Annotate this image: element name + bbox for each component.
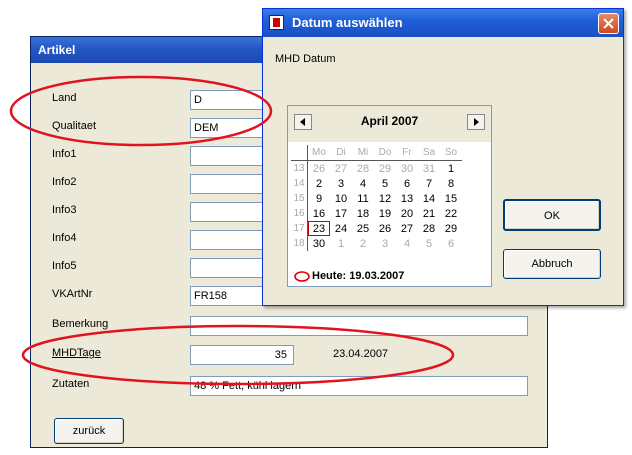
label-info2: Info2 xyxy=(52,176,77,188)
calendar-day[interactable]: 14 xyxy=(418,191,440,206)
close-icon xyxy=(603,18,614,29)
calendar-week-row: 15 9 10 11 12 13 14 15 xyxy=(291,191,462,206)
calendar-day[interactable]: 23 xyxy=(307,221,330,236)
calendar-grid: Mo Di Mi Do Fr Sa So 13 26 27 28 29 30 31 1 14 2 3 4 5 6 7 8 1… xyxy=(291,145,462,251)
calendar-day[interactable]: 20 xyxy=(396,206,418,221)
calendar-day[interactable]: 16 xyxy=(308,206,331,221)
weekday-label: Sa xyxy=(418,145,440,161)
weekday-label: Do xyxy=(374,145,396,161)
label-mhdtage: MHDTage xyxy=(52,347,101,359)
calendar-day[interactable]: 19 xyxy=(374,206,396,221)
calendar-day[interactable]: 1 xyxy=(330,236,352,251)
datum-titlebar: Datum auswählen xyxy=(263,9,623,37)
calendar-day[interactable]: 29 xyxy=(440,221,462,236)
calendar-day[interactable]: 5 xyxy=(418,236,440,251)
calendar-week-row: 16 16 17 18 19 20 21 22 xyxy=(291,206,462,221)
zutaten-field[interactable]: 48 % Fett, kühl lagern xyxy=(190,376,528,396)
bemerkung-field[interactable] xyxy=(190,316,528,336)
calendar-day[interactable]: 28 xyxy=(352,161,374,177)
week-number-header xyxy=(291,145,308,161)
weekday-label: Di xyxy=(330,145,352,161)
calendar-day[interactable]: 12 xyxy=(374,191,396,206)
calendar-month-label: April 2007 xyxy=(360,114,419,128)
calendar-week-row: 14 2 3 4 5 6 7 8 xyxy=(291,176,462,191)
calendar-day[interactable]: 5 xyxy=(374,176,396,191)
calendar-app-icon xyxy=(269,15,284,30)
weekday-label: So xyxy=(440,145,462,161)
calendar-day[interactable]: 27 xyxy=(330,161,352,177)
calendar-day[interactable]: 18 xyxy=(352,206,374,221)
week-number: 15 xyxy=(291,191,308,206)
label-zutaten: Zutaten xyxy=(52,378,90,390)
calendar-day[interactable]: 6 xyxy=(440,236,462,251)
calendar-day[interactable]: 22 xyxy=(440,206,462,221)
cancel-button[interactable]: Abbruch xyxy=(503,249,601,279)
mhdtage-field[interactable]: 35 xyxy=(190,345,294,365)
calendar-day[interactable]: 30 xyxy=(396,161,418,177)
calendar-day[interactable]: 1 xyxy=(440,161,462,177)
datum-subtitle: MHD Datum xyxy=(275,53,336,65)
calendar-day[interactable]: 6 xyxy=(396,176,418,191)
label-land: Land xyxy=(52,92,77,104)
calendar-day[interactable]: 25 xyxy=(352,221,374,236)
week-number: 17 xyxy=(291,221,308,236)
next-month-button[interactable] xyxy=(467,114,485,130)
calendar-day[interactable]: 3 xyxy=(330,176,352,191)
calendar-day[interactable]: 7 xyxy=(418,176,440,191)
calendar-day[interactable]: 2 xyxy=(308,176,331,191)
today-circle-icon xyxy=(294,270,310,282)
calendar-day[interactable]: 4 xyxy=(352,176,374,191)
month-calendar[interactable]: April 2007 Mo Di Mi Do Fr Sa So 13 26 27 28 29 30 31… xyxy=(287,105,492,287)
calendar-day[interactable]: 24 xyxy=(330,221,352,236)
label-info1: Info1 xyxy=(52,148,77,160)
weekday-label: Mi xyxy=(352,145,374,161)
calendar-day[interactable]: 17 xyxy=(330,206,352,221)
calendar-day[interactable]: 2 xyxy=(352,236,374,251)
week-number: 14 xyxy=(291,176,308,191)
calendar-week-row: 13 26 27 28 29 30 31 1 xyxy=(291,160,462,177)
calendar-week-row: 17 23 24 25 26 27 28 29 xyxy=(291,221,462,236)
back-button[interactable]: zurück xyxy=(54,418,124,444)
calendar-day[interactable]: 31 xyxy=(418,161,440,177)
calendar-day[interactable]: 15 xyxy=(440,191,462,206)
calendar-header: April 2007 xyxy=(288,106,491,142)
label-vkartnr: VKArtNr xyxy=(52,288,93,300)
weekday-label: Fr xyxy=(396,145,418,161)
right-arrow-icon xyxy=(474,118,479,126)
label-qualitaet: Qualitaet xyxy=(52,120,97,132)
week-number: 18 xyxy=(291,236,308,251)
calendar-day[interactable]: 13 xyxy=(396,191,418,206)
calendar-day[interactable]: 4 xyxy=(396,236,418,251)
calendar-day[interactable]: 26 xyxy=(308,161,331,177)
label-info3: Info3 xyxy=(52,204,77,216)
label-info5: Info5 xyxy=(52,260,77,272)
ok-button[interactable]: OK xyxy=(503,199,601,231)
calendar-week-row: 18 30 1 2 3 4 5 6 xyxy=(291,236,462,251)
week-number: 16 xyxy=(291,206,308,221)
week-number: 13 xyxy=(291,160,308,176)
mhd-date-text: 23.04.2007 xyxy=(333,348,389,360)
calendar-day[interactable]: 8 xyxy=(440,176,462,191)
calendar-day[interactable]: 9 xyxy=(308,191,331,206)
calendar-day[interactable]: 3 xyxy=(374,236,396,251)
calendar-day[interactable]: 28 xyxy=(418,221,440,236)
today-label: Heute: 19.03.2007 xyxy=(312,270,405,282)
today-link[interactable]: Heute: 19.03.2007 xyxy=(294,270,404,282)
calendar-day[interactable]: 30 xyxy=(308,236,331,251)
datum-title: Datum auswählen xyxy=(292,15,403,30)
calendar-day[interactable]: 21 xyxy=(418,206,440,221)
calendar-day[interactable]: 10 xyxy=(330,191,352,206)
label-info4: Info4 xyxy=(52,232,77,244)
datum-dialog: Datum auswählen MHD Datum April 2007 Mo D… xyxy=(262,8,624,306)
close-button[interactable] xyxy=(598,13,619,34)
label-bemerkung: Bemerkung xyxy=(52,318,109,330)
calendar-day[interactable]: 27 xyxy=(396,221,418,236)
calendar-day[interactable]: 29 xyxy=(374,161,396,177)
calendar-day[interactable]: 26 xyxy=(374,221,396,236)
weekday-header-row: Mo Di Mi Do Fr Sa So xyxy=(291,145,462,161)
calendar-day[interactable]: 11 xyxy=(352,191,374,206)
weekday-label: Mo xyxy=(307,145,330,161)
